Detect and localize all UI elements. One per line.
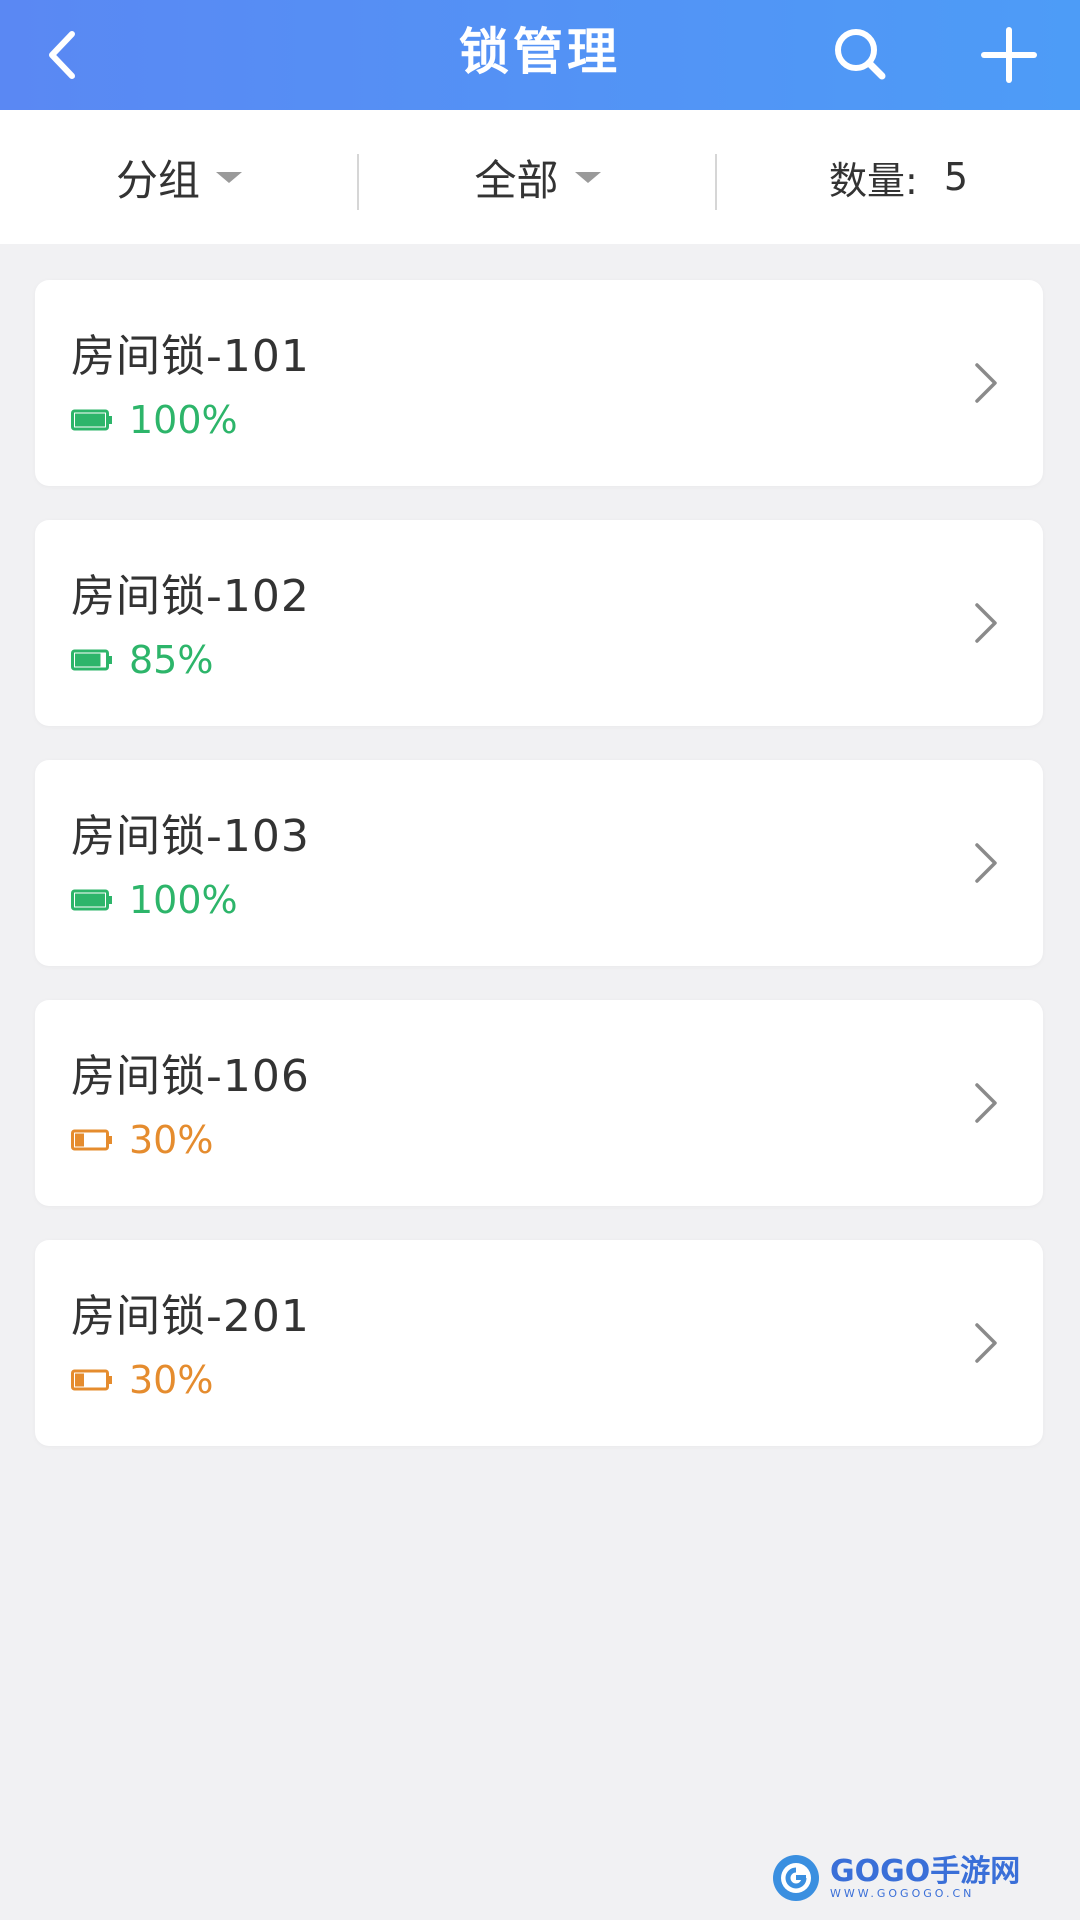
count-label: 数量:	[829, 158, 918, 203]
lock-count: 数量: 5	[717, 110, 1080, 244]
battery-status: 30%	[71, 1118, 213, 1162]
battery-icon	[71, 1369, 112, 1391]
battery-status: 85%	[71, 638, 213, 682]
battery-percent: 30%	[129, 1358, 214, 1402]
page-title: 锁管理	[459, 23, 621, 81]
status-filter-label: 全部	[474, 155, 559, 205]
battery-icon	[71, 409, 112, 431]
battery-status: 100%	[71, 878, 238, 922]
watermark-text: GOGO手游网	[830, 1854, 1021, 1889]
lock-name: 房间锁-201	[71, 1291, 310, 1342]
watermark: GOGO手游网 WWW.GOGOGO.CN	[770, 1852, 1020, 1904]
add-icon[interactable]	[974, 20, 1044, 90]
chevron-right-icon	[975, 843, 997, 883]
gogo-logo-icon	[773, 1855, 819, 1901]
lock-list: 房间锁-101 100% 房间锁-102 85% 房间锁-103 100% 房间锁-106 3…	[35, 280, 1043, 1480]
lock-card[interactable]: 房间锁-106 30%	[35, 1000, 1043, 1206]
lock-name: 房间锁-101	[71, 331, 310, 382]
lock-name: 房间锁-106	[71, 1051, 310, 1102]
search-icon[interactable]	[826, 20, 896, 90]
lock-card[interactable]: 房间锁-103 100%	[35, 760, 1043, 966]
lock-card[interactable]: 房间锁-101 100%	[35, 280, 1043, 486]
chevron-right-icon	[975, 1083, 997, 1123]
caret-down-icon	[216, 171, 242, 183]
battery-percent: 100%	[129, 878, 238, 922]
top-bar: 锁管理	[0, 0, 1080, 110]
lock-name: 房间锁-102	[71, 571, 310, 622]
filter-bar: 分组 全部 数量: 5	[0, 110, 1080, 244]
battery-status: 100%	[71, 398, 238, 442]
caret-down-icon	[574, 171, 601, 183]
lock-name: 房间锁-103	[71, 811, 310, 862]
group-filter-dropdown[interactable]: 分组	[0, 110, 358, 244]
battery-status: 30%	[71, 1358, 213, 1402]
battery-icon	[71, 649, 112, 671]
battery-percent: 30%	[129, 1118, 214, 1162]
battery-icon	[71, 889, 112, 911]
lock-card[interactable]: 房间锁-201 30%	[35, 1240, 1043, 1446]
group-filter-label: 分组	[115, 155, 200, 205]
count-value: 5	[943, 155, 968, 199]
lock-card[interactable]: 房间锁-102 85%	[35, 520, 1043, 726]
chevron-right-icon	[975, 603, 997, 643]
watermark-subtext: WWW.GOGOGO.CN	[830, 1887, 975, 1900]
battery-percent: 85%	[129, 638, 214, 682]
chevron-right-icon	[975, 1323, 997, 1363]
battery-icon	[71, 1129, 112, 1151]
status-filter-dropdown[interactable]: 全部	[359, 110, 716, 244]
battery-percent: 100%	[129, 398, 238, 442]
chevron-right-icon	[975, 363, 997, 403]
